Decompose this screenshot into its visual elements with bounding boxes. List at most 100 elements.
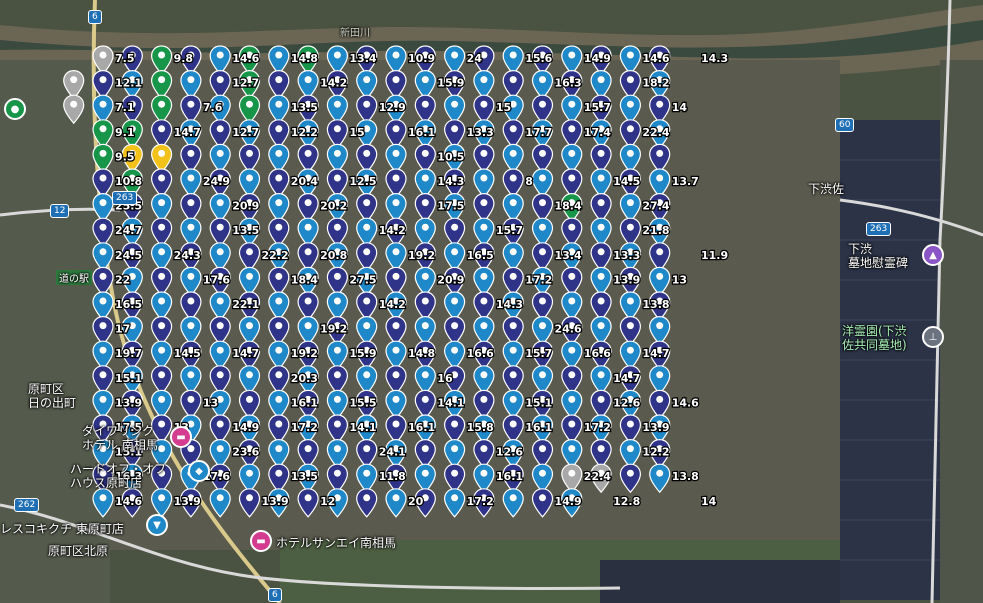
pin-value-label: 15.9 (437, 77, 464, 90)
pin-value-label: 14.8 (408, 347, 435, 360)
pin-value-label: 14.7 (613, 372, 640, 385)
pin-value-label: 14.2 (379, 224, 406, 237)
shopping-cart-icon[interactable]: ▼ (146, 514, 168, 536)
pin-value-label: 12.6 (613, 396, 640, 409)
pin-value-label: 11.9 (701, 249, 728, 262)
pin-value-label: 13.7 (672, 175, 699, 188)
pin-value-label: 13.9 (642, 421, 669, 434)
pin-value-label: 15.6 (525, 52, 552, 65)
pin-value-label: 19.2 (408, 249, 435, 262)
pin-value-label: 19.2 (291, 347, 318, 360)
pin-value-label: 15.1 (525, 396, 552, 409)
pin-value-label: 14.3 (701, 52, 728, 65)
pin-value-label: 7.1 (115, 101, 135, 114)
pin-value-label: 12.1 (115, 77, 142, 90)
pin-value-label: 13.9 (262, 495, 289, 508)
pin-value-label: 20.8 (320, 249, 347, 262)
pin-value-label: 12.8 (613, 495, 640, 508)
pin-value-label: 15.7 (525, 347, 552, 360)
pin-value-label: 16.6 (584, 347, 611, 360)
park-icon[interactable]: ● (4, 98, 26, 120)
pin-value-label: 24.7 (115, 224, 142, 237)
label-shimoshibusa-memorial: 下渋 墓地慰霊碑 (848, 242, 909, 270)
hotel-icon-sanei[interactable]: ▬ (250, 530, 272, 552)
pin-value-label: 17.2 (584, 421, 611, 434)
pin-value-label: 18.2 (642, 77, 669, 90)
pin-value-label: 12.7 (232, 77, 259, 90)
pin-value-label: 17.2 (467, 495, 494, 508)
pin-value-label: 15 (496, 101, 511, 114)
pin-value-label: 12.5 (349, 175, 376, 188)
cemetery-icon[interactable]: ⊥ (922, 326, 944, 348)
pin-value-label: 14.8 (291, 52, 318, 65)
pin-value-label: 14.6 (642, 52, 669, 65)
road-shield-60: 60 (835, 118, 855, 132)
pin-value-label: 15.5 (349, 396, 376, 409)
pin-value-label: 20.9 (232, 200, 259, 213)
pin-value-label: 15.9 (349, 347, 376, 360)
pin-value-label: 14 (701, 495, 717, 508)
label-michinoeki: 道の駅 (56, 270, 92, 285)
pin-value-label: 16 (437, 372, 453, 385)
pin-value-label: 14.7 (232, 347, 259, 360)
pin-value-label: 13.4 (555, 249, 582, 262)
pin-value-label: 10.9 (408, 52, 435, 65)
hotel-icon[interactable]: ▬ (170, 426, 192, 448)
pin-value-label: 10.5 (437, 150, 464, 163)
pin-value-label: 15.1 (115, 372, 142, 385)
satellite-map[interactable]: 7.5 9.8 14.6 14.8 13.4 10.9 24 15.6 14.9 14.6 14.3… (0, 0, 983, 603)
label-shimoshibusa-cemetery: 洋霊園(下渋 佐共同墓地) (842, 324, 907, 352)
pin-value-label: 14.6 (672, 396, 699, 409)
pin-value-label: 24.5 (115, 249, 142, 262)
pin-value-label: 12.6 (496, 446, 523, 459)
pin-value-label: 13 (203, 396, 218, 409)
road-shield-262: 262 (14, 498, 40, 512)
pin-value-label: 13.3 (467, 126, 494, 139)
pin-value-label: 17.2 (525, 273, 552, 286)
pin-value-label: 16.3 (555, 77, 582, 90)
pin-value-label: 14.1 (349, 421, 376, 434)
road-shield-6-bottom: 6 (268, 588, 282, 602)
pin-value-label: 14.5 (174, 347, 201, 360)
pin-value-label: 12.2 (642, 446, 669, 459)
pin-value-label: 20.2 (320, 200, 347, 213)
pin-value-label: 17.2 (291, 421, 318, 434)
pin-value-label: 21.8 (642, 224, 669, 237)
label-hardoff: ハードオフ・オフ ハウス原町店 (70, 462, 167, 490)
pin-value-label: 17 (115, 323, 130, 336)
pin-value-label: 13.5 (232, 224, 259, 237)
road-shield-6: 6 (88, 10, 102, 24)
pin-value-label: 9.1 (115, 126, 135, 139)
pin-value-label: 16.1 (408, 421, 435, 434)
pin-value-label: 13.8 (672, 470, 699, 483)
pin-value-label: 19.2 (320, 323, 347, 336)
pin-value-label: 15.7 (496, 224, 523, 237)
pin-value-label: 16.6 (467, 347, 494, 360)
pin-value-label: 14.9 (232, 421, 259, 434)
pin-value-label: 24.9 (203, 175, 230, 188)
pin-value-label: 18.4 (555, 200, 582, 213)
pin-value-label: 13.3 (613, 249, 640, 262)
pin-value-label: 23.6 (232, 446, 259, 459)
pin-value-label: 13.5 (291, 470, 318, 483)
pin-value-label: 16.1 (496, 470, 523, 483)
pin-value-label: 17.4 (584, 126, 611, 139)
pin-value-label: 16.1 (291, 396, 318, 409)
pin-value-label: 12.7 (232, 126, 259, 139)
label-hotel-sanei: ホテルサンエイ南相馬 (276, 536, 397, 550)
pin-value-label: 15 (349, 126, 364, 139)
pin-value-label: 14.3 (496, 298, 523, 311)
pin-value-label: 13 (672, 273, 687, 286)
pin-value-label: 20.4 (291, 175, 318, 188)
pin-value-label: 14.6 (232, 52, 259, 65)
shopping-bag-icon[interactable]: ◆ (188, 460, 210, 482)
pin-value-label: 14 (672, 101, 688, 114)
pin-value-label: 9.8 (174, 52, 194, 65)
monument-icon[interactable]: ▲ (922, 244, 944, 266)
pin-value-label: 20 (408, 495, 424, 508)
pin-value-label: 15.7 (584, 101, 611, 114)
pin-value-label: 7.5 (115, 52, 135, 65)
pin-value-label: 12.9 (379, 101, 406, 114)
pin-value-label: 16.5 (115, 298, 142, 311)
pin-value-label: 24.3 (174, 249, 201, 262)
